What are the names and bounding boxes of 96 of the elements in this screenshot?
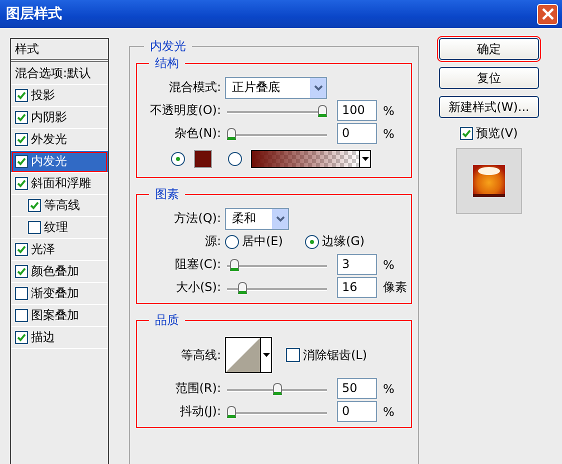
checkbox[interactable] bbox=[15, 133, 28, 146]
style-item[interactable]: 投影 bbox=[11, 85, 108, 107]
style-item[interactable]: 颜色叠加 bbox=[11, 261, 108, 283]
section-title: 图素 bbox=[154, 186, 180, 203]
checkbox[interactable] bbox=[15, 331, 28, 344]
style-item[interactable]: 斜面和浮雕 bbox=[11, 173, 108, 195]
checkbox[interactable] bbox=[15, 265, 28, 278]
section-title: 品质 bbox=[154, 312, 180, 329]
field-label: 阻塞(C): bbox=[174, 256, 222, 273]
style-item[interactable]: 图案叠加 bbox=[11, 305, 108, 327]
checkbox[interactable] bbox=[15, 243, 28, 256]
style-label: 投影 bbox=[31, 87, 55, 104]
slider-handle[interactable] bbox=[227, 406, 236, 418]
checkmark-icon bbox=[462, 129, 472, 138]
checkbox[interactable] bbox=[460, 127, 474, 140]
list-header: 样式 bbox=[11, 39, 108, 62]
value-field[interactable]: 50 bbox=[337, 378, 377, 399]
slider-handle[interactable] bbox=[230, 258, 239, 270]
field-label: 源: bbox=[204, 233, 222, 250]
value-field[interactable]: 0 bbox=[337, 123, 377, 144]
checkbox[interactable] bbox=[15, 287, 28, 300]
checkbox-label: 预览(V) bbox=[476, 125, 518, 142]
chevron-down-icon bbox=[276, 216, 284, 222]
field-label: 杂色(N): bbox=[174, 125, 222, 142]
checkbox[interactable] bbox=[15, 309, 28, 322]
style-label: 斜面和浮雕 bbox=[31, 175, 91, 192]
slider-handle[interactable] bbox=[318, 104, 327, 116]
close-icon bbox=[542, 8, 554, 20]
style-label: 图案叠加 bbox=[31, 307, 79, 324]
section-title: 结构 bbox=[154, 55, 180, 72]
dialog-button[interactable]: 复位 bbox=[439, 67, 539, 89]
gradient-picker[interactable] bbox=[251, 150, 371, 168]
window-title: 图层样式 bbox=[6, 5, 62, 23]
radio-button[interactable] bbox=[304, 234, 319, 248]
style-label: 颜色叠加 bbox=[31, 263, 79, 280]
dialog-button[interactable]: 新建样式(W)... bbox=[439, 96, 539, 118]
style-label: 等高线 bbox=[44, 197, 80, 214]
unit-label: % bbox=[382, 104, 394, 118]
style-label: 纹理 bbox=[44, 219, 68, 236]
unit-label: % bbox=[382, 126, 394, 140]
radio-button[interactable] bbox=[225, 234, 239, 248]
style-item[interactable]: 内阴影 bbox=[11, 107, 108, 129]
blend-mode-dropdown[interactable]: 正片叠底 bbox=[225, 76, 327, 98]
style-label: 内阴影 bbox=[31, 109, 67, 126]
caret-icon bbox=[362, 157, 368, 161]
style-item[interactable]: 内发光 bbox=[11, 151, 108, 173]
field-label: 不透明度(O): bbox=[149, 102, 222, 119]
field-label: 等高线: bbox=[180, 346, 222, 364]
style-label: 描边 bbox=[31, 329, 55, 346]
checkbox[interactable] bbox=[15, 177, 28, 190]
method-dropdown[interactable]: 柔和 bbox=[225, 208, 289, 230]
checkbox[interactable] bbox=[28, 199, 41, 212]
field-label: 方法(Q): bbox=[173, 210, 222, 227]
value-field[interactable]: 16 bbox=[337, 277, 377, 298]
style-label: 光泽 bbox=[31, 241, 55, 258]
value-field[interactable]: 100 bbox=[337, 100, 377, 121]
caret-icon bbox=[262, 353, 270, 357]
color-swatch[interactable] bbox=[194, 150, 212, 168]
field-label: 抖动(J): bbox=[179, 403, 222, 420]
slider-handle[interactable] bbox=[238, 282, 247, 294]
radio-button[interactable] bbox=[228, 152, 242, 166]
slider-handle[interactable] bbox=[227, 128, 236, 140]
unit-label: 像素 bbox=[382, 279, 407, 296]
field-label: 混合模式: bbox=[168, 79, 222, 96]
radio-button[interactable] bbox=[171, 152, 185, 166]
contour-picker[interactable] bbox=[225, 337, 272, 373]
chevron-down-icon bbox=[314, 84, 322, 90]
style-item[interactable]: 描边 bbox=[11, 327, 108, 349]
section-title: 内发光 bbox=[149, 38, 187, 55]
checkbox[interactable] bbox=[15, 89, 28, 102]
value-field[interactable]: 0 bbox=[337, 401, 377, 422]
blend-options-item[interactable]: 混合选项:默认 bbox=[11, 62, 108, 85]
style-label: 渐变叠加 bbox=[31, 285, 79, 302]
style-item[interactable]: 等高线 bbox=[11, 195, 108, 217]
close-button[interactable] bbox=[537, 4, 558, 24]
preview-drawing bbox=[473, 165, 505, 197]
style-label: 外发光 bbox=[31, 131, 67, 148]
checkbox[interactable] bbox=[15, 111, 28, 124]
field-label: 范围(R): bbox=[174, 380, 222, 397]
checkbox[interactable] bbox=[28, 221, 41, 234]
unit-label: % bbox=[382, 382, 394, 396]
radio-label: 边缘(G) bbox=[322, 233, 365, 250]
radio-label: 居中(E) bbox=[242, 233, 283, 250]
dialog-button[interactable]: 确定 bbox=[439, 38, 539, 60]
style-item[interactable]: 光泽 bbox=[11, 239, 108, 261]
style-item[interactable]: 渐变叠加 bbox=[11, 283, 108, 305]
unit-label: % bbox=[382, 404, 394, 418]
style-label: 内发光 bbox=[31, 153, 67, 170]
checkbox[interactable] bbox=[286, 348, 300, 362]
value-field[interactable]: 3 bbox=[337, 254, 377, 275]
field-label: 大小(S): bbox=[174, 279, 222, 296]
unit-label: % bbox=[382, 258, 394, 272]
checkbox-label: 消除锯齿(L) bbox=[303, 346, 368, 364]
checkbox[interactable] bbox=[15, 155, 28, 168]
slider-handle[interactable] bbox=[272, 382, 282, 394]
style-item[interactable]: 纹理 bbox=[11, 217, 108, 239]
